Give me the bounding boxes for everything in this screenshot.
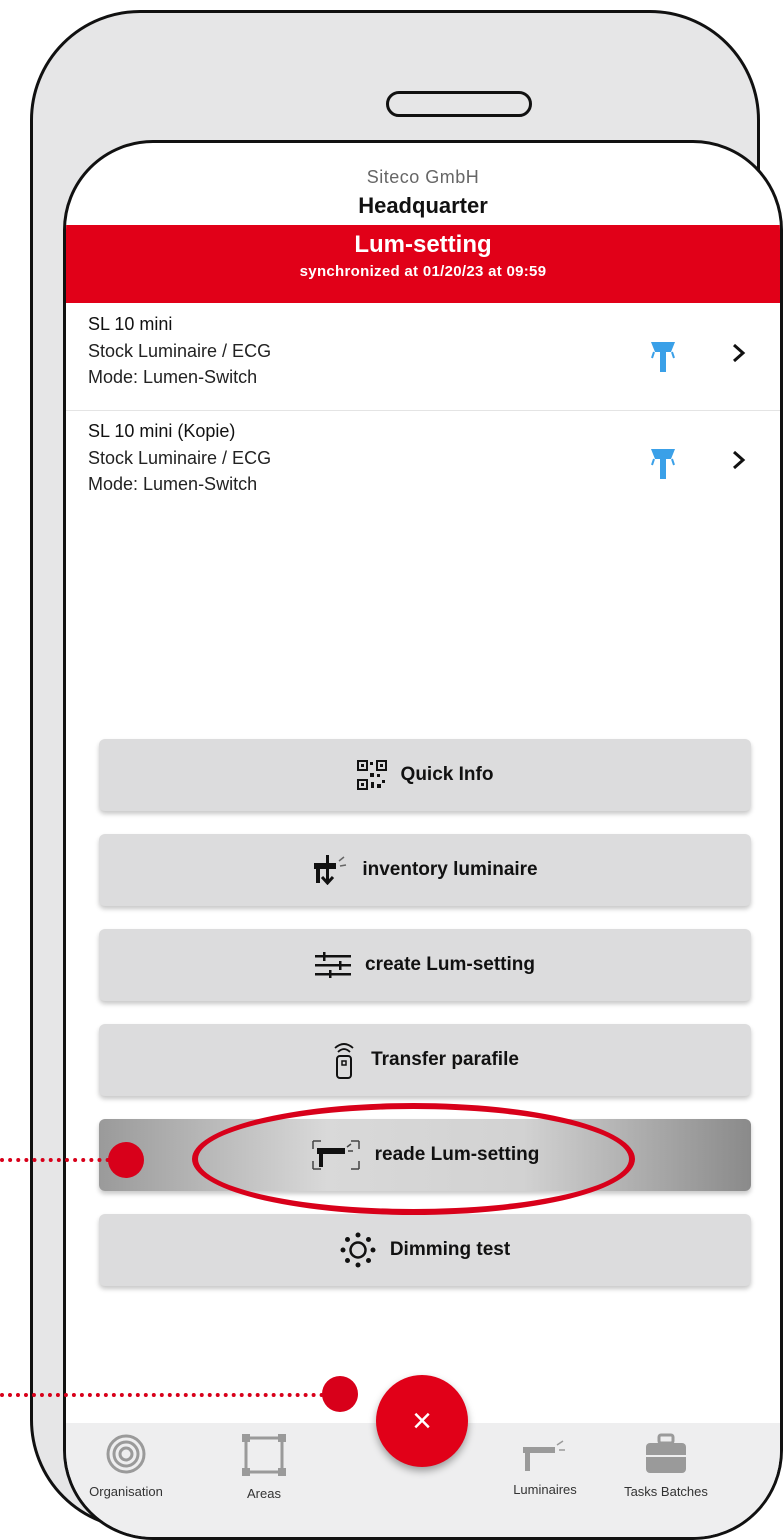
button-label: Quick Info — [400, 764, 494, 785]
quick-info-button[interactable]: Quick Info — [99, 739, 751, 811]
list-item[interactable]: SL 10 mini Stock Luminaire / ECG Mode: L… — [66, 308, 780, 408]
list-item[interactable]: SL 10 mini (Kopie) Stock Luminaire / ECG… — [66, 415, 780, 515]
tab-areas[interactable]: Areas — [209, 1433, 319, 1501]
app-screen: Siteco GmbH Headquarter Lum-setting sync… — [63, 140, 783, 1540]
button-label: create Lum-setting — [365, 954, 535, 975]
item-name: SL 10 mini (Kopie) — [88, 421, 236, 441]
dimming-test-button[interactable]: Dimming test — [99, 1214, 751, 1286]
chevron-right-icon[interactable] — [731, 449, 747, 471]
read-luminaire-icon — [311, 1139, 361, 1171]
tab-label: Tasks Batches — [624, 1484, 708, 1499]
create-lum-setting-button[interactable]: create Lum-setting — [99, 929, 751, 1001]
sliders-icon — [315, 952, 351, 978]
tab-label: Luminaires — [513, 1482, 577, 1497]
callout-dot — [322, 1376, 358, 1412]
read-lum-setting-button[interactable]: reade Lum-setting — [99, 1119, 751, 1191]
areas-icon — [242, 1434, 286, 1476]
callout-dot — [108, 1142, 144, 1178]
briefcase-icon — [646, 1433, 686, 1473]
tab-luminaires[interactable]: Luminaires — [490, 1433, 600, 1497]
luminaire-icon — [651, 342, 675, 372]
button-label: Transfer parafile — [371, 1049, 519, 1070]
luminaire-icon — [651, 449, 675, 479]
status-banner: Lum-setting synchronized at 01/20/23 at … — [66, 225, 780, 303]
close-button[interactable]: × — [376, 1375, 468, 1467]
button-label: inventory luminaire — [362, 859, 538, 880]
inventory-luminaire-icon — [312, 855, 348, 885]
tab-tasks-batches[interactable]: Tasks Batches — [611, 1433, 721, 1499]
tab-organisation[interactable]: Organisation — [71, 1433, 181, 1499]
item-mode: Mode: Lumen-Switch — [88, 367, 258, 387]
luminaire-icon — [523, 1440, 565, 1471]
button-label: reade Lum-setting — [374, 1144, 540, 1165]
chevron-right-icon[interactable] — [731, 342, 747, 364]
inventory-luminaire-button[interactable]: inventory luminaire — [99, 834, 751, 906]
organisation-icon — [106, 1434, 146, 1474]
callout-line — [0, 1393, 340, 1397]
remote-transmit-icon — [331, 1040, 357, 1080]
close-icon: × — [412, 1401, 432, 1440]
item-name: SL 10 mini — [88, 314, 173, 334]
item-mode: Mode: Lumen-Switch — [88, 474, 258, 494]
qr-code-icon — [356, 760, 387, 790]
banner-title: Lum-setting — [354, 231, 492, 258]
tab-label: Organisation — [89, 1484, 163, 1499]
organisation-name: Siteco GmbH — [366, 167, 480, 187]
item-type: Stock Luminaire / ECG — [88, 341, 272, 361]
button-label: Dimming test — [389, 1239, 511, 1260]
divider — [66, 410, 780, 411]
sync-status: synchronized at 01/20/23 at 09:59 — [299, 263, 547, 280]
sun-icon — [340, 1232, 376, 1268]
tab-label: Areas — [247, 1486, 281, 1501]
phone-speaker — [386, 91, 532, 117]
transfer-parafile-button[interactable]: Transfer parafile — [99, 1024, 751, 1096]
site-title: Headquarter — [358, 193, 488, 218]
item-type: Stock Luminaire / ECG — [88, 448, 272, 468]
